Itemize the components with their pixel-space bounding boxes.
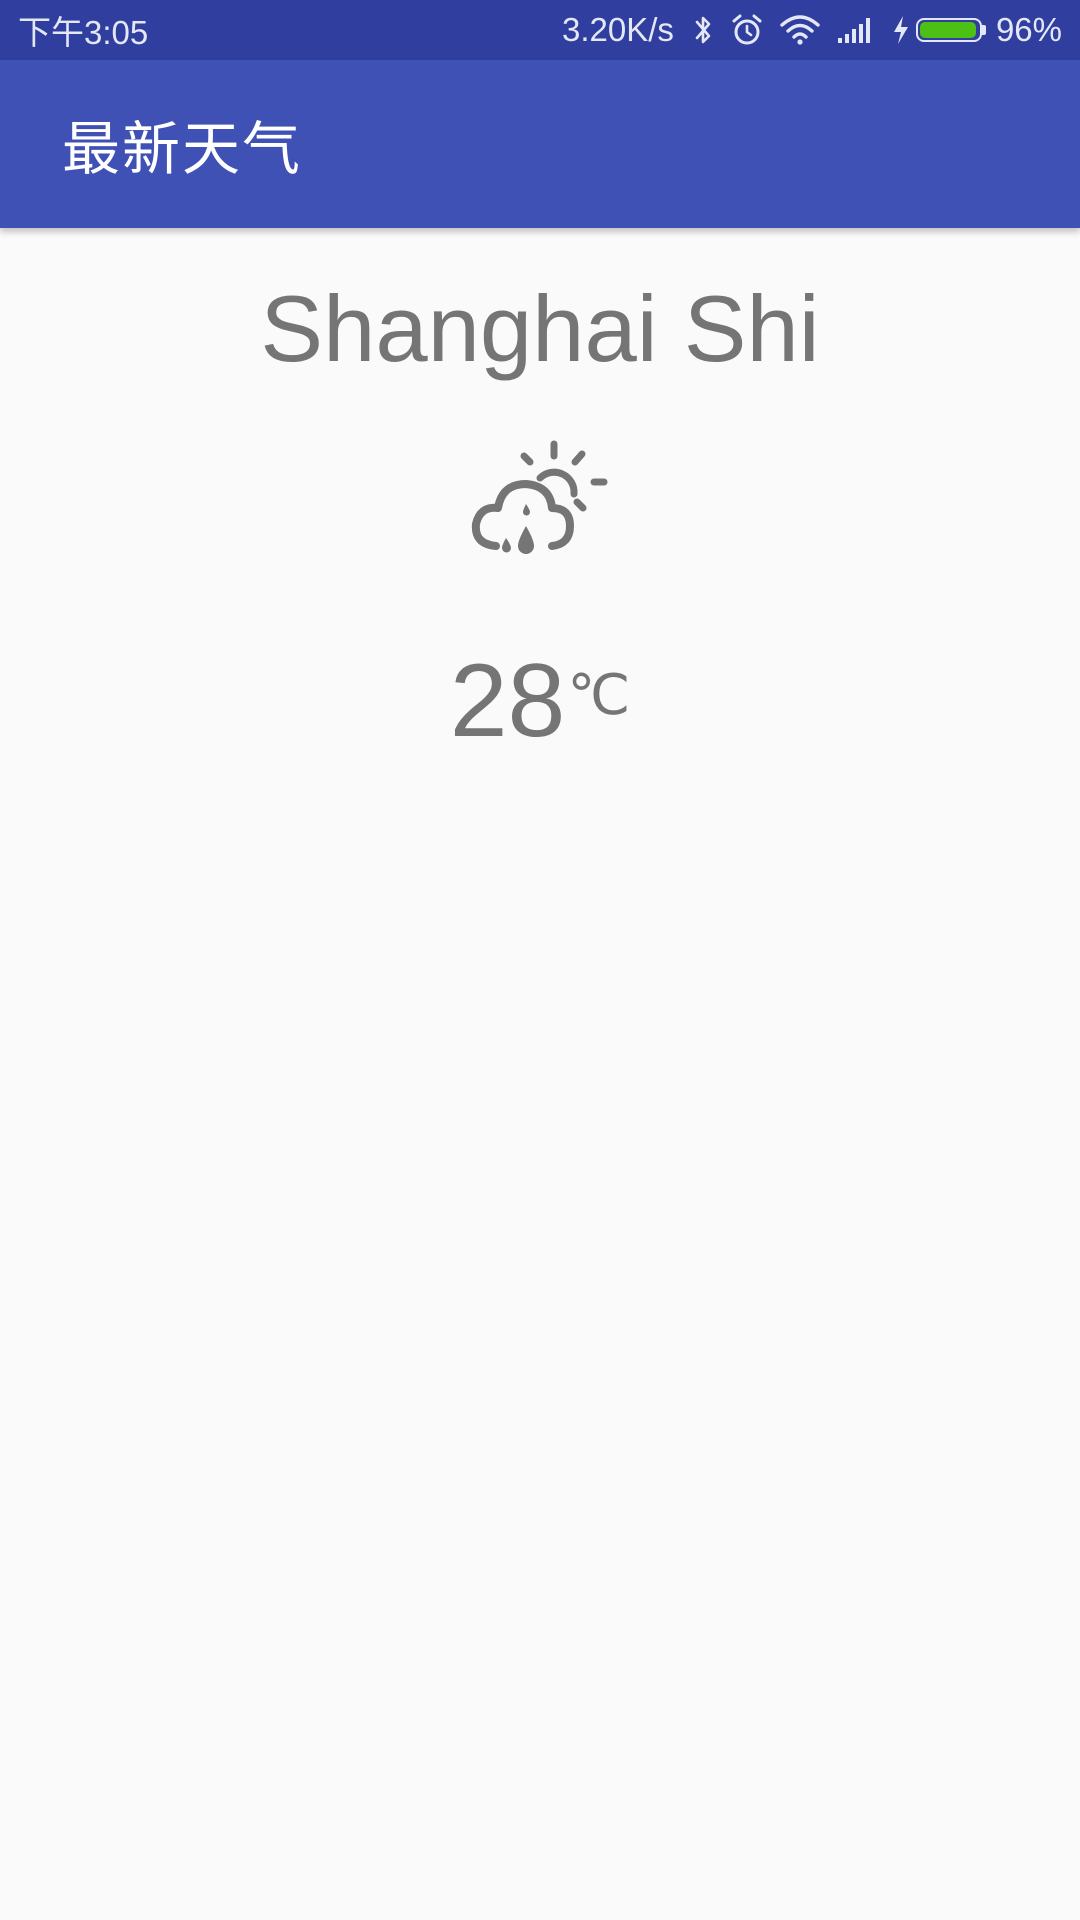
bluetooth-icon [692, 14, 714, 46]
temperature-unit: ℃ [567, 663, 631, 726]
app-bar: 最新天气 [0, 60, 1080, 228]
status-bar: 下午3:05 3.20K/s 96% [0, 0, 1080, 60]
network-speed: 3.20K/s [562, 11, 674, 48]
city-name: Shanghai Shi [260, 276, 820, 381]
charging-icon [892, 15, 910, 45]
temperature: 28 ℃ [0, 646, 1080, 756]
weather-content: Shanghai Shi 28 ℃ [0, 228, 1080, 756]
battery-fill [919, 22, 976, 38]
wifi-icon [780, 15, 820, 45]
cloud-sun-rain-icon [471, 440, 608, 554]
status-time: 下午3:05 [18, 14, 149, 51]
page-title: 最新天气 [62, 115, 303, 183]
alarm-icon [730, 13, 764, 47]
temperature-value: 28 [449, 643, 566, 759]
battery-icon [915, 18, 986, 42]
battery-percent: 96% [995, 11, 1062, 48]
status-icons: 3.20K/s 96% [562, 11, 1062, 49]
signal-icon [836, 16, 876, 44]
